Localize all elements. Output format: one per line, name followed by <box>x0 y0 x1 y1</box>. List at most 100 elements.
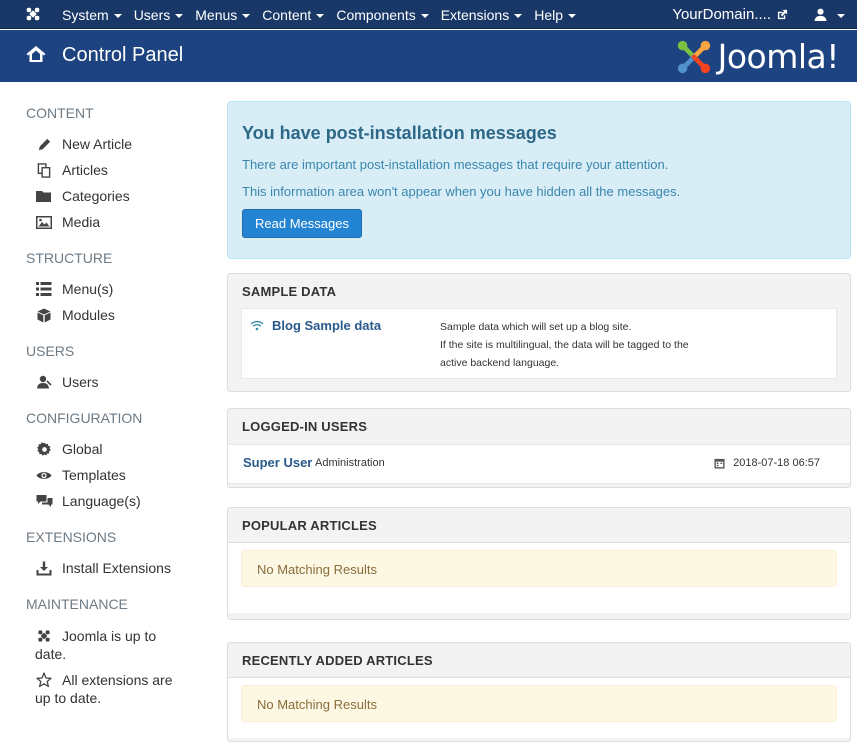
sidebar-item-categories[interactable]: Categories <box>35 188 130 204</box>
sidebar-item-joomla-status[interactable]: Joomla is up to date. <box>35 627 185 663</box>
logged-in-users-panel: LOGGED-IN USERS Super User Administratio… <box>227 408 851 488</box>
home-icon <box>26 46 46 62</box>
sidebar-item-templates[interactable]: Templates <box>35 467 126 483</box>
panel-heading: LOGGED-IN USERS <box>242 419 368 434</box>
sidebar-item-label: New Article <box>62 136 133 152</box>
sidebar: CONTENT New Article Articles Categories … <box>0 82 200 731</box>
sidebar-heading-extensions: EXTENSIONS <box>26 529 117 545</box>
caret-down-icon <box>514 13 523 18</box>
external-link-icon <box>777 9 788 20</box>
panel-heading: POPULAR ARTICLES <box>242 518 377 533</box>
list-icon <box>35 281 53 297</box>
caret-down-icon <box>242 13 251 18</box>
sidebar-item-label: Media <box>62 214 101 230</box>
caret-down-icon <box>420 13 429 18</box>
menu-label: Extensions <box>440 6 510 23</box>
description-line: active backend language. <box>440 357 560 369</box>
sidebar-heading-configuration: CONFIGURATION <box>26 410 143 426</box>
sidebar-item-languages[interactable]: Language(s) <box>35 493 141 509</box>
joomla-logo-icon <box>677 40 710 73</box>
menu-users[interactable]: Users <box>134 7 184 23</box>
menu-label: Menus <box>195 6 238 23</box>
download-icon <box>35 560 53 576</box>
menu-extensions[interactable]: Extensions <box>440 6 523 23</box>
sample-data-description: Sample data which will set up a blog sit… <box>440 318 740 372</box>
sidebar-item-modules[interactable]: Modules <box>35 307 115 323</box>
sidebar-heading-content: CONTENT <box>26 105 94 121</box>
sidebar-item-global[interactable]: Global <box>35 441 102 457</box>
menu-components[interactable]: Components <box>336 6 429 23</box>
sidebar-heading-users: USERS <box>26 343 75 359</box>
menu-label: Help <box>534 6 563 23</box>
sidebar-item-label: Joomla is up to date. <box>35 628 157 662</box>
sidebar-item-label: Menu(s) <box>62 281 114 297</box>
comments-icon <box>35 493 53 509</box>
joomla-icon[interactable] <box>24 5 42 23</box>
eye-icon <box>35 467 53 483</box>
menu-label: Content <box>262 6 312 23</box>
sidebar-item-label: Install Extensions <box>62 560 171 576</box>
site-link[interactable]: YourDomain.... <box>672 6 788 23</box>
menu-system[interactable]: System <box>62 7 122 23</box>
alert-text: This information area won't appear when … <box>242 184 681 199</box>
menu-label: Users <box>133 6 171 23</box>
panel-heading: SAMPLE DATA <box>242 284 337 299</box>
caret-down-icon <box>316 13 325 18</box>
sidebar-item-extensions-status[interactable]: All extensions are up to date. <box>35 671 185 707</box>
user-name-link[interactable]: Super User <box>243 455 312 470</box>
caret-down-icon <box>568 13 576 18</box>
menu-label: System <box>62 6 109 23</box>
read-messages-button[interactable]: Read Messages <box>242 209 362 238</box>
alert-text: There are important post-installation me… <box>242 157 669 172</box>
sidebar-heading-structure: STRUCTURE <box>26 250 113 266</box>
table-row: Super User Administration 2018-07-18 06:… <box>228 444 850 484</box>
empty-notice: No Matching Results <box>241 550 837 587</box>
user-icon <box>814 8 827 21</box>
sidebar-item-label: Modules <box>62 307 115 323</box>
date-text: 2018-07-18 06:57 <box>733 457 820 469</box>
sample-data-panel: SAMPLE DATA Blog Sample data Sample data… <box>227 273 851 392</box>
description-line: If the site is multilingual, the data wi… <box>440 339 689 351</box>
sidebar-heading-maintenance: MAINTENANCE <box>26 596 128 612</box>
top-navbar: System Users Menus Content Components Ex… <box>0 0 857 29</box>
page-title: Control Panel <box>62 44 184 66</box>
joomla-icon <box>38 630 50 642</box>
caret-down-icon <box>837 13 845 18</box>
copy-icon <box>35 162 53 178</box>
sidebar-item-media[interactable]: Media <box>35 214 100 230</box>
sample-data-row: Blog Sample data Sample data which will … <box>241 308 837 379</box>
site-name: YourDomain.... <box>672 6 771 23</box>
caret-down-icon <box>175 13 184 18</box>
image-icon <box>35 214 53 230</box>
menu-content[interactable]: Content <box>262 6 325 23</box>
caret-down-icon <box>113 13 122 18</box>
empty-notice: No Matching Results <box>241 685 837 722</box>
cube-icon <box>35 307 53 323</box>
menu-menus[interactable]: Menus <box>195 6 251 23</box>
sidebar-item-menus[interactable]: Menu(s) <box>35 281 113 297</box>
popular-articles-panel: POPULAR ARTICLES No Matching Results <box>227 507 851 620</box>
empty-text: No Matching Results <box>257 697 377 712</box>
sidebar-item-label: Templates <box>62 467 126 483</box>
menu-label: Components <box>336 6 416 23</box>
wifi-icon <box>250 320 264 331</box>
panel-heading: RECENTLY ADDED ARTICLES <box>242 653 433 668</box>
sidebar-item-label: Categories <box>62 188 130 204</box>
login-date: 2018-07-18 06:57 <box>714 457 820 469</box>
star-outline-icon <box>36 672 52 688</box>
blog-sample-data-link[interactable]: Blog Sample data <box>250 318 381 333</box>
user-role: Administration <box>315 457 385 469</box>
postinstall-alert: You have post-installation messages Ther… <box>227 101 851 259</box>
link-label: Blog Sample data <box>272 318 382 333</box>
sidebar-item-new-article[interactable]: New Article <box>35 136 132 152</box>
sidebar-item-label: Language(s) <box>62 493 141 509</box>
sidebar-item-articles[interactable]: Articles <box>35 162 108 178</box>
sidebar-item-label: Articles <box>62 162 108 178</box>
sidebar-item-users[interactable]: Users <box>35 374 99 390</box>
user-menu[interactable] <box>814 8 845 21</box>
menu-help[interactable]: Help <box>534 7 576 23</box>
calendar-icon <box>714 458 725 469</box>
empty-text: No Matching Results <box>257 562 377 577</box>
sidebar-item-install-extensions[interactable]: Install Extensions <box>35 560 171 576</box>
main-menu: System Users Menus Content Components Ex… <box>62 0 588 29</box>
